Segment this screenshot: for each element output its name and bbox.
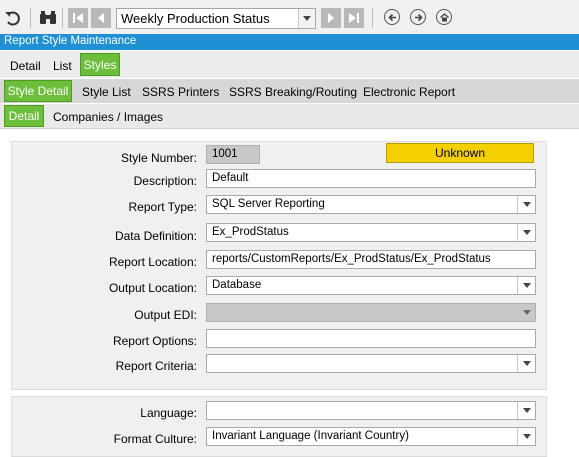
- chevron-down-icon[interactable]: [298, 9, 315, 28]
- output-location-select[interactable]: Database: [206, 276, 536, 295]
- report-type-label: Report Type:: [128, 200, 197, 214]
- language-select[interactable]: [206, 401, 536, 420]
- window-title: Report Style Maintenance: [4, 35, 137, 47]
- output-location-value: Database: [212, 279, 262, 291]
- format-culture-value: Invariant Language (Invariant Country): [212, 430, 409, 442]
- back-arrow-icon[interactable]: [384, 9, 400, 25]
- tab-detail[interactable]: Detail: [10, 59, 41, 73]
- data-definition-label: Data Definition:: [114, 229, 197, 243]
- report-type-value: SQL Server Reporting: [212, 198, 325, 210]
- report-options-input[interactable]: [206, 329, 536, 348]
- style-number-label: Style Number:: [120, 151, 197, 165]
- home-icon[interactable]: [436, 9, 452, 25]
- chevron-down-icon[interactable]: [517, 355, 535, 372]
- data-definition-select[interactable]: Ex_ProdStatus: [206, 223, 536, 242]
- binoculars-search-icon[interactable]: [37, 7, 59, 29]
- tab-style-detail-label: Style Detail: [7, 84, 69, 98]
- last-record-icon[interactable]: [344, 8, 364, 28]
- style-number-field: 1001: [206, 145, 260, 164]
- chevron-down-icon: [517, 304, 535, 321]
- report-location-input[interactable]: reports/CustomReports/Ex_ProdStatus/Ex_P…: [206, 250, 536, 269]
- report-type-select[interactable]: SQL Server Reporting: [206, 195, 536, 214]
- chevron-down-icon[interactable]: [517, 428, 535, 445]
- format-culture-label: Format Culture:: [113, 432, 197, 446]
- language-label: Language:: [140, 406, 197, 420]
- chevron-down-icon[interactable]: [517, 196, 535, 213]
- tab-detail-sub[interactable]: Detail: [4, 105, 44, 127]
- main-tab-bar: Detail List Styles: [0, 51, 579, 78]
- tab-ssrs-printers[interactable]: SSRS Printers: [142, 85, 219, 99]
- tab-styles[interactable]: Styles: [80, 53, 120, 76]
- record-selector-value: Weekly Production Status: [121, 11, 270, 26]
- chevron-down-icon[interactable]: [517, 402, 535, 419]
- tab-list[interactable]: List: [53, 59, 72, 73]
- record-selector-combo[interactable]: Weekly Production Status: [116, 8, 316, 29]
- chevron-down-icon[interactable]: [517, 224, 535, 241]
- forward-arrow-icon[interactable]: [410, 9, 426, 25]
- status-button-label: Unknown: [434, 146, 486, 160]
- report-criteria-label: Report Criteria:: [115, 359, 197, 373]
- first-record-icon[interactable]: [68, 8, 88, 28]
- status-button[interactable]: Unknown: [386, 143, 534, 163]
- window-title-bar: Report Style Maintenance: [0, 34, 579, 50]
- tab-electronic-report[interactable]: Electronic Report: [363, 85, 455, 99]
- output-edi-select: [206, 303, 536, 322]
- description-input[interactable]: Default: [206, 169, 536, 188]
- report-criteria-select[interactable]: [206, 354, 536, 373]
- tab-ssrs-breaking-routing[interactable]: SSRS Breaking/Routing: [229, 85, 357, 99]
- tab-styles-label: Styles: [83, 57, 117, 72]
- output-location-label: Output Location:: [108, 281, 197, 295]
- toolbar-separator: [30, 8, 31, 28]
- detail-tab-bar: Detail Companies / Images: [0, 104, 579, 129]
- toolbar: Weekly Production Status: [0, 0, 579, 35]
- report-location-label: Report Location:: [108, 255, 197, 269]
- style-tab-bar: Style Detail Style List SSRS Printers SS…: [0, 79, 579, 103]
- next-record-icon[interactable]: [321, 8, 341, 28]
- tab-style-list[interactable]: Style List: [82, 85, 131, 99]
- description-label: Description:: [133, 174, 197, 188]
- tab-detail-sub-label: Detail: [8, 109, 40, 123]
- chevron-down-icon[interactable]: [517, 277, 535, 294]
- description-value: Default: [212, 172, 249, 184]
- toolbar-separator: [372, 8, 373, 28]
- report-options-label: Report Options:: [112, 334, 197, 348]
- tab-companies-images[interactable]: Companies / Images: [53, 110, 163, 124]
- undo-icon[interactable]: [2, 7, 24, 29]
- output-edi-label: Output EDI:: [134, 308, 197, 322]
- style-number-value: 1001: [212, 148, 238, 160]
- previous-record-icon[interactable]: [91, 8, 111, 28]
- format-culture-select[interactable]: Invariant Language (Invariant Country): [206, 427, 536, 446]
- data-definition-value: Ex_ProdStatus: [212, 226, 289, 238]
- toolbar-separator: [62, 8, 63, 28]
- report-location-value: reports/CustomReports/Ex_ProdStatus/Ex_P…: [212, 253, 491, 265]
- tab-style-detail[interactable]: Style Detail: [4, 80, 72, 102]
